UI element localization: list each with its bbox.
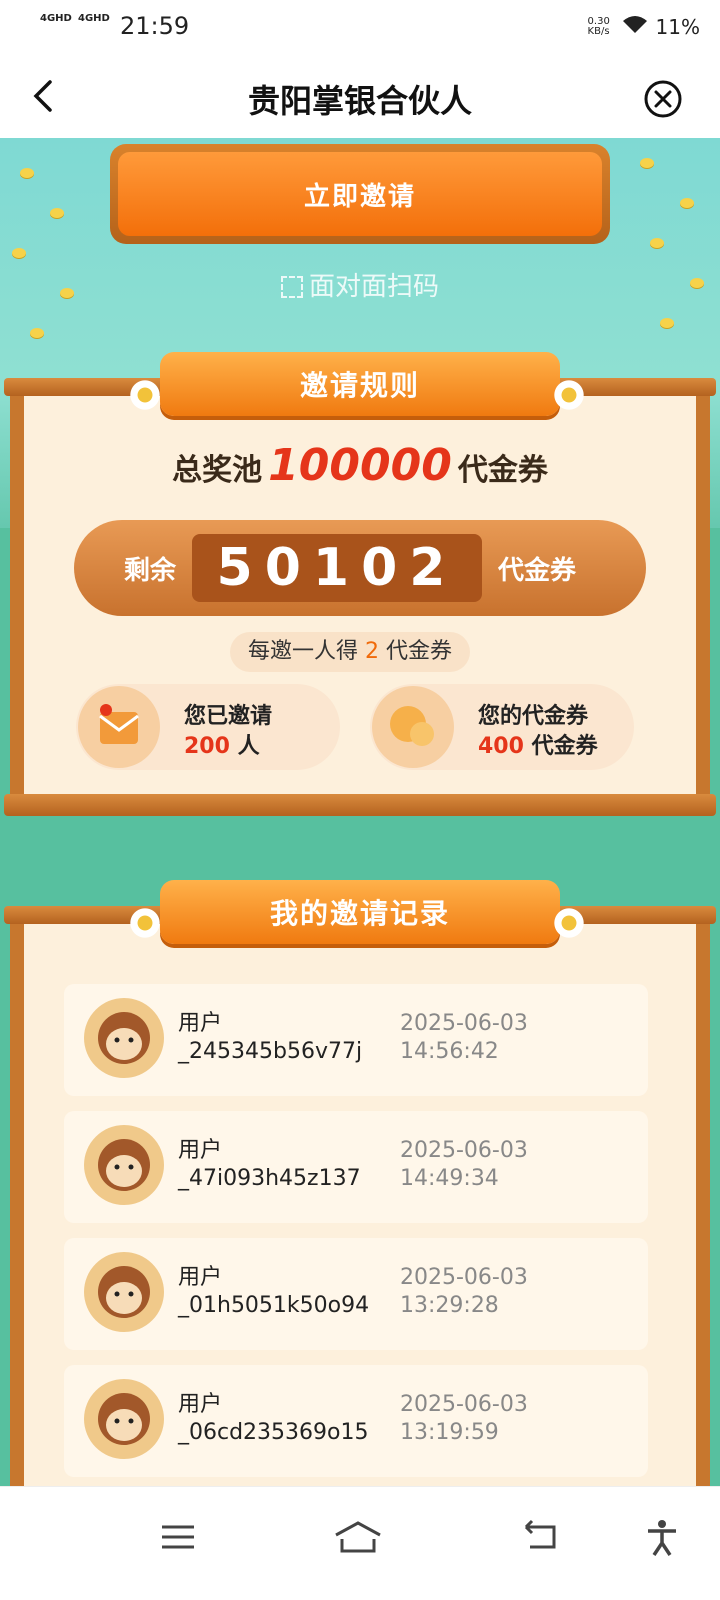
invited-value: 200 xyxy=(184,734,230,759)
clock: 21:59 xyxy=(120,12,190,40)
record-user-prefix: 用户 xyxy=(178,1011,223,1036)
record-time: 14:49:34 xyxy=(400,1166,499,1191)
invited-value-line: 200 人 xyxy=(184,728,260,760)
remaining-unit: 代金券 xyxy=(498,555,577,586)
record-user-id: _06cd235369o15 xyxy=(178,1420,369,1445)
status-right: 0.30 KB/s 11% xyxy=(588,14,700,39)
wifi-icon xyxy=(622,14,648,39)
record-user-id: _01h5051k50o94 xyxy=(178,1293,370,1318)
back-nav-icon[interactable] xyxy=(520,1517,560,1557)
coin-decoration xyxy=(50,208,64,218)
remaining-label: 剩余 xyxy=(124,555,177,586)
menu-icon[interactable] xyxy=(158,1517,198,1557)
record-item[interactable]: 用户 _245345b56v77j 2025-06-03 14:56:42 xyxy=(64,984,648,1096)
remaining-plank: 剩余 50102 代金券 xyxy=(74,520,646,616)
board-bottom-beam xyxy=(4,794,716,816)
coin-icon xyxy=(372,686,454,768)
record-item[interactable]: 用户 _06cd235369o15 2025-06-03 13:19:59 xyxy=(64,1365,648,1477)
per-invite-reward: 每邀一人得 2 代金券 xyxy=(230,632,470,672)
page-title: 贵阳掌银合伙人 xyxy=(247,82,472,120)
record-username: 用户 _245345b56v77j xyxy=(178,1010,362,1066)
system-nav-bar xyxy=(0,1486,720,1600)
record-date: 2025-06-03 xyxy=(400,1011,528,1036)
record-timestamp: 2025-06-03 13:29:28 xyxy=(400,1264,528,1320)
coin-decoration xyxy=(12,248,26,258)
envelope-icon xyxy=(78,686,160,768)
record-user-prefix: 用户 xyxy=(178,1138,223,1163)
pool-unit: 代金券 xyxy=(457,453,548,488)
invite-now-label: 立即邀请 xyxy=(118,152,602,236)
invited-count-card: 您已邀请 200 人 xyxy=(76,684,340,770)
top-nav: 贵阳掌银合伙人 xyxy=(0,56,720,138)
close-icon[interactable] xyxy=(642,78,684,120)
flower-decoration xyxy=(552,378,586,412)
coin-decoration xyxy=(30,328,44,338)
coupon-label: 您的代金券 xyxy=(478,704,589,729)
coin-decoration xyxy=(640,158,654,168)
coin-decoration xyxy=(20,168,34,178)
record-username: 用户 _06cd235369o15 xyxy=(178,1391,369,1447)
scan-icon xyxy=(280,276,303,298)
records-ribbon: 我的邀请记录 xyxy=(160,880,560,944)
record-time: 13:19:59 xyxy=(400,1420,499,1445)
record-item[interactable]: 用户 _47i093h45z137 2025-06-03 14:49:34 xyxy=(64,1111,648,1223)
record-timestamp: 2025-06-03 13:19:59 xyxy=(400,1391,528,1447)
per-invite-label: 每邀一人得 xyxy=(247,639,358,664)
coin-decoration xyxy=(650,238,664,248)
record-timestamp: 2025-06-03 14:49:34 xyxy=(400,1137,528,1193)
remaining-value: 50102 xyxy=(192,534,483,602)
coupon-unit: 代金券 xyxy=(531,734,598,759)
invited-unit: 人 xyxy=(237,734,260,759)
signal-2: 4GHD xyxy=(78,13,110,24)
record-user-id: _47i093h45z137 xyxy=(178,1166,361,1191)
home-icon[interactable] xyxy=(332,1517,384,1557)
record-user-prefix: 用户 xyxy=(178,1392,223,1417)
record-date: 2025-06-03 xyxy=(400,1392,528,1417)
monkey-avatar-icon xyxy=(84,1252,164,1332)
record-username: 用户 _47i093h45z137 xyxy=(178,1137,361,1193)
invited-label: 您已邀请 xyxy=(184,704,273,729)
coin-decoration xyxy=(660,318,674,328)
flower-decoration xyxy=(128,906,162,940)
invite-now-button[interactable]: 立即邀请 xyxy=(110,144,610,244)
per-invite-value: 2 xyxy=(365,639,379,664)
monkey-avatar-icon xyxy=(84,1379,164,1459)
coin-decoration xyxy=(680,198,694,208)
record-time: 14:56:42 xyxy=(400,1039,499,1064)
flower-decoration xyxy=(552,906,586,940)
per-invite-unit: 代金券 xyxy=(386,639,453,664)
coupon-count-card: 您的代金券 400 代金券 xyxy=(370,684,634,770)
signal-1: 4GHD xyxy=(40,13,72,24)
record-date: 2025-06-03 xyxy=(400,1138,528,1163)
coupon-value-line: 400 代金券 xyxy=(478,728,598,760)
record-item[interactable]: 用户 _01h5051k50o94 2025-06-03 13:29:28 xyxy=(64,1238,648,1350)
battery-text: 11% xyxy=(655,14,700,39)
record-user-prefix: 用户 xyxy=(178,1265,223,1290)
prize-pool: 总奖池 100000 代金券 xyxy=(0,440,720,491)
face-scan-label: 面对面扫码 xyxy=(308,272,439,302)
monkey-avatar-icon xyxy=(84,998,164,1078)
pool-label: 总奖池 xyxy=(172,453,263,488)
record-timestamp: 2025-06-03 14:56:42 xyxy=(400,1010,528,1066)
record-date: 2025-06-03 xyxy=(400,1265,528,1290)
coupon-value: 400 xyxy=(478,734,524,759)
record-username: 用户 _01h5051k50o94 xyxy=(178,1264,369,1320)
status-bar: 4GHD 4GHD 21:59 0.30 KB/s 11% xyxy=(0,0,720,56)
record-user-id: _245345b56v77j xyxy=(178,1039,363,1064)
pool-value: 100000 xyxy=(268,440,452,491)
flower-decoration xyxy=(128,378,162,412)
record-time: 13:29:28 xyxy=(400,1293,499,1318)
network-speed: 0.30 KB/s xyxy=(587,15,610,37)
face-scan-link[interactable]: 面对面扫码 xyxy=(0,266,720,303)
rules-ribbon: 邀请规则 xyxy=(160,352,560,416)
accessibility-icon[interactable] xyxy=(642,1517,682,1557)
monkey-avatar-icon xyxy=(84,1125,164,1205)
